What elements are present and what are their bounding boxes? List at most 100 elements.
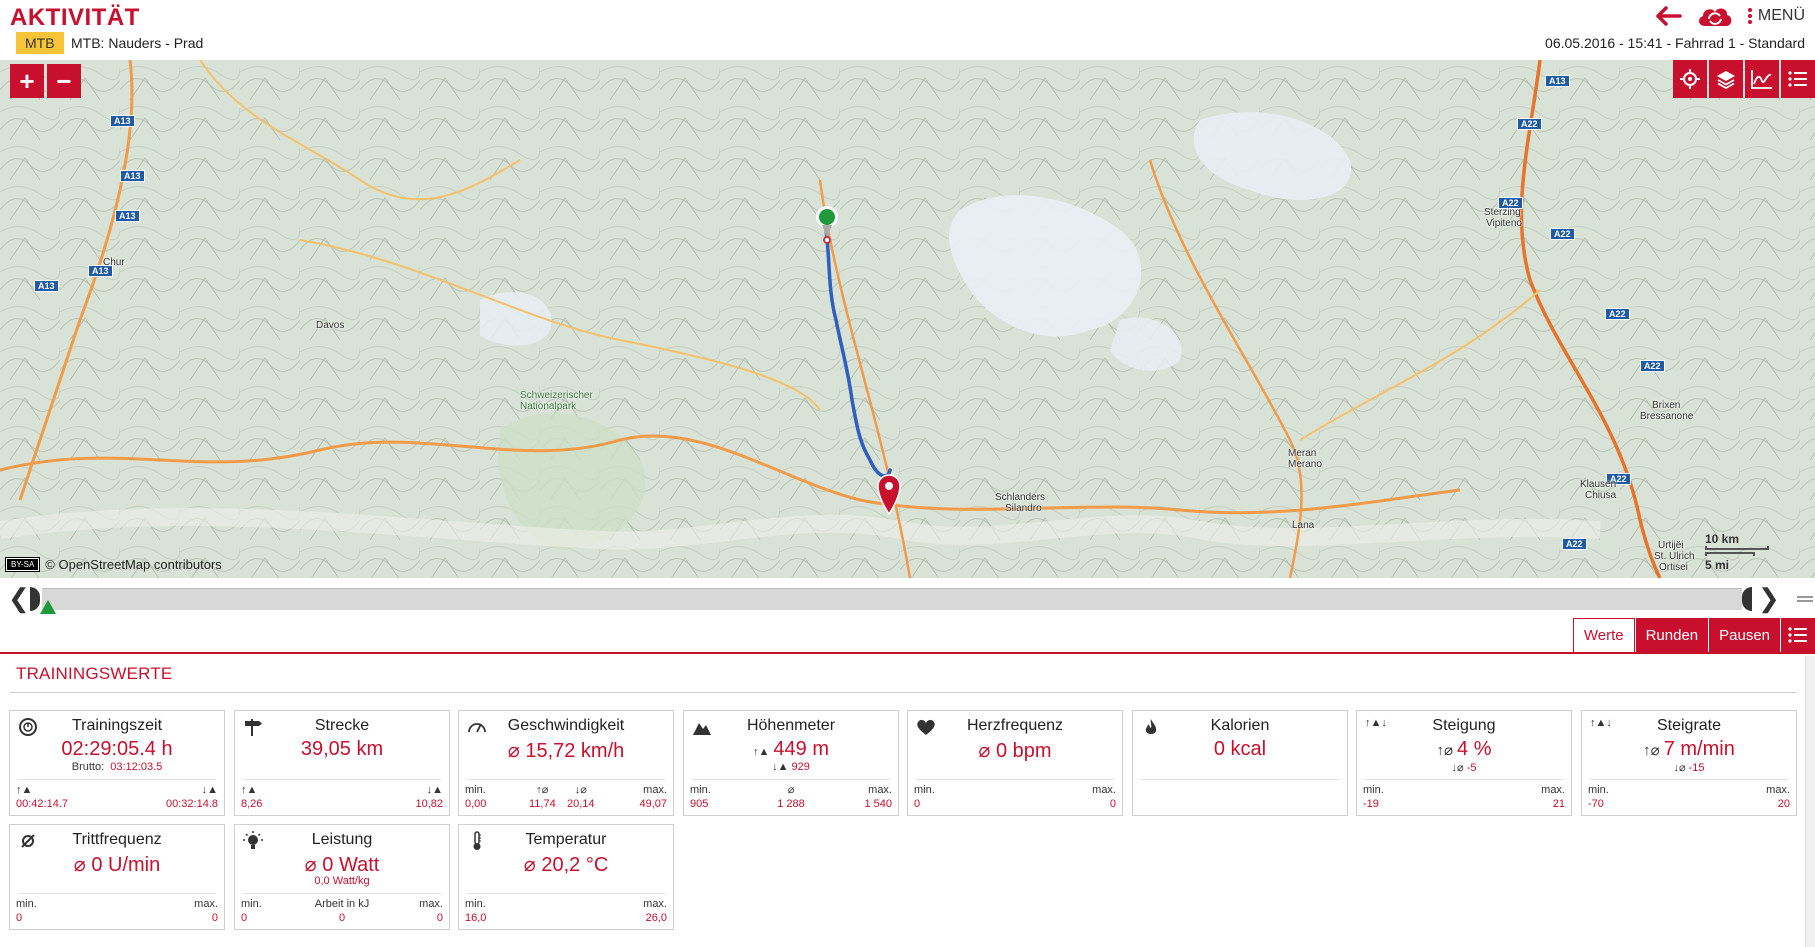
highway-shield: A22: [1640, 360, 1665, 372]
place-label: Chur: [103, 257, 125, 268]
timeline-prev-icon[interactable]: ❮: [8, 584, 30, 612]
place-label: Davos: [316, 320, 345, 331]
cloud-sync-icon[interactable]: [1696, 4, 1734, 28]
section-divider: [10, 692, 1796, 693]
stat-min: min. -19: [1363, 784, 1384, 810]
highway-shield: A13: [115, 210, 140, 222]
stat-value: ⌀ 15,72 km/h: [507, 740, 625, 762]
menu-button[interactable]: MENÜ: [1747, 7, 1805, 25]
stat-sub-value: 03:12:03.5: [110, 761, 163, 773]
timeline-track[interactable]: [42, 588, 1742, 610]
highway-shield: A13: [110, 115, 135, 127]
stat-label: Trainingszeit: [71, 717, 163, 734]
highway-shield: A13: [1545, 75, 1570, 87]
downhill-avg-icon: ↓⌀: [574, 784, 587, 796]
chart-button[interactable]: [1745, 60, 1779, 98]
tab-list[interactable]: [1781, 618, 1815, 652]
stat-min: min. -70: [1588, 784, 1609, 810]
stat-value: ⌀ 0 Watt: [304, 854, 380, 876]
stat-down: ↓▲ 10,82: [415, 784, 443, 810]
list-icon: [1788, 627, 1807, 643]
stat-card-geschwindigkeit[interactable]: Geschwindigkeit ⌀ 15,72 km/h min. 0,00 ↑⌀…: [458, 710, 674, 816]
stat-label: Strecke: [314, 717, 370, 734]
timeline-next-icon[interactable]: ❯: [1758, 584, 1780, 612]
stat-card-kalorien[interactable]: Kalorien 0 kcal: [1132, 710, 1348, 816]
tab-runden[interactable]: Runden: [1635, 618, 1709, 652]
scale-km: 10 km: [1705, 532, 1740, 546]
stat-label: Höhenmeter: [746, 717, 836, 734]
attribution-text[interactable]: © OpenStreetMap contributors: [45, 557, 222, 572]
stat-card-strecke[interactable]: Strecke 39,05 km ↑▲ 8,26 ↓▲ 10,82: [234, 710, 450, 816]
place-label: Chiusa: [1585, 490, 1617, 501]
timeline-end-handle[interactable]: [1742, 587, 1752, 611]
stat-card-herzfrequenz[interactable]: Herzfrequenz ⌀ 0 bpm min. 0 max. 0: [907, 710, 1123, 816]
stat-down: ↓▲ 00:32:14.8: [166, 784, 218, 810]
stat-sub: ↓⌀ -15: [1673, 762, 1705, 774]
stat-value: 02:29:05.4 h: [61, 738, 173, 760]
stat-label: Geschwindigkeit: [507, 717, 625, 734]
scale-mi: 5 mi: [1705, 558, 1730, 572]
place-label: Lana: [1292, 520, 1315, 531]
page-title: AKTIVITÄT: [10, 4, 140, 31]
vertical-scrollbar[interactable]: [1805, 656, 1815, 947]
stat-min: min. 16,0: [465, 898, 487, 924]
place-label: Sterzing: [1484, 207, 1521, 218]
stat-card-steigung[interactable]: ↑▲↓ Steigung ↑⌀ 4 % ↓⌀ -5 min. -19 max. 21: [1356, 710, 1572, 816]
stat-card-temperatur[interactable]: Temperatur ⌀ 20,2 °C min. 16,0 max. 26,0: [458, 824, 674, 930]
place-label: Bressanone: [1640, 411, 1694, 422]
downhill-icon: ↓▲: [201, 784, 218, 796]
layers-icon: [1717, 71, 1735, 89]
highway-shield: A22: [1517, 118, 1542, 130]
zoom-controls: + −: [10, 64, 81, 98]
stat-card-hoehenmeter[interactable]: Höhenmeter ↑▲ 449 m ↓▲ 929 min. 905 ⌀ 1 288…: [683, 710, 899, 816]
stat-label: Herzfrequenz: [966, 717, 1064, 734]
highway-shield: A13: [120, 170, 145, 182]
place-label: Merano: [1288, 459, 1322, 470]
stat-label: Leistung: [311, 831, 373, 848]
locate-icon: [1680, 69, 1700, 89]
tab-divider: [0, 652, 1815, 654]
menu-label: MENÜ: [1757, 7, 1805, 24]
list-button[interactable]: [1781, 60, 1815, 98]
highway-shield: A13: [34, 280, 59, 292]
timeline-slider: ❮ ❯: [0, 578, 1815, 618]
locate-button[interactable]: [1673, 60, 1707, 98]
timeline-start-handle[interactable]: [30, 587, 40, 611]
stat-value: ↑⌀ 4 %: [1436, 738, 1492, 760]
stat-label: Trittfrequenz: [72, 831, 162, 848]
stat-value: ↑⌀ 7 m/min: [1643, 738, 1735, 760]
stat-work: Arbeit in kJ 0: [314, 898, 370, 924]
route-map[interactable]: A13 A13 A13 A13 A13 A13 A22 A22 A22 A22 …: [0, 60, 1815, 578]
uphill-icon: ↑▲: [16, 784, 33, 796]
timeline-menu-icon[interactable]: [1797, 596, 1813, 602]
stat-min: min. 0: [16, 898, 37, 924]
cc-license-badge[interactable]: BY-SA: [4, 557, 41, 572]
highway-shield: A22: [1605, 308, 1630, 320]
tab-werte[interactable]: Werte: [1572, 618, 1635, 652]
stat-label: Temperatur: [525, 831, 607, 848]
zoom-out-button[interactable]: −: [47, 64, 81, 98]
map-background: [0, 60, 1815, 578]
chart-icon: [1751, 70, 1772, 89]
stat-up: ↑▲ 00:42:14.7: [16, 784, 68, 810]
back-arrow-icon[interactable]: [1656, 6, 1682, 26]
stat-card-steigrate[interactable]: ↑▲↓ Steigrate ↑⌀ 7 m/min ↓⌀ -15 min. -70 m…: [1581, 710, 1797, 816]
place-label: Meran: [1288, 448, 1317, 459]
stat-card-trittfrequenz[interactable]: Trittfrequenz ⌀ 0 U/min min. 0 max. 0: [9, 824, 225, 930]
stat-sub-key: Brutto:: [71, 761, 105, 773]
stat-max: max. 1 540: [864, 784, 892, 810]
stat-card-leistung[interactable]: Leistung ⌀ 0 Watt 0,0 Watt/kg min. 0 Arbe…: [234, 824, 450, 930]
zoom-in-button[interactable]: +: [10, 64, 44, 98]
stat-value: ↑▲ 449 m: [753, 738, 829, 760]
tab-pausen[interactable]: Pausen: [1709, 618, 1780, 652]
stat-card-trainingszeit[interactable]: Trainingszeit 02:29:05.4 h Brutto: 03:12…: [9, 710, 225, 816]
stat-label: Steigung: [1432, 717, 1496, 734]
stat-value: 0 kcal: [1213, 738, 1267, 760]
stat-value: ⌀ 20,2 °C: [523, 854, 609, 876]
stat-value: ⌀ 0 U/min: [73, 854, 161, 876]
uphill-avg-icon: ↑⌀: [536, 784, 549, 796]
stat-max: max. 26,0: [643, 898, 667, 924]
timeline-position-marker[interactable]: [40, 600, 56, 614]
place-label: Vipiteno: [1486, 218, 1522, 229]
layers-button[interactable]: [1709, 60, 1743, 98]
